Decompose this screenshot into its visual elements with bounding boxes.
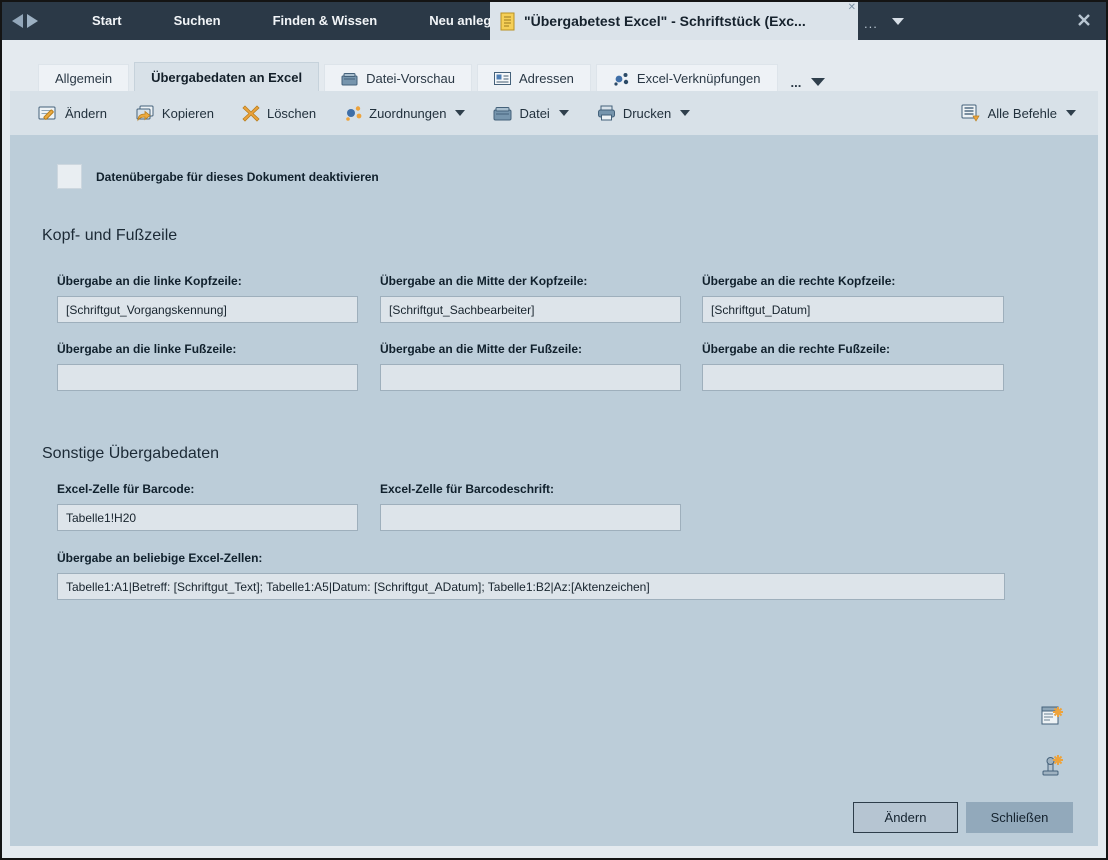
- field-label-mitte-kopfzeile: Übergabe an die Mitte der Kopfzeile:: [380, 274, 587, 288]
- schliessen-button[interactable]: Schließen: [966, 802, 1073, 833]
- tab-excel-verknuepfungen[interactable]: Excel-Verknüpfungen: [596, 64, 778, 92]
- tab-uebergabedaten-an-excel[interactable]: Übergabedaten an Excel: [134, 62, 319, 92]
- assignments-dots-icon: [344, 105, 362, 121]
- tab-allgemein[interactable]: Allgemein: [38, 64, 129, 92]
- deactivate-transfer-checkbox[interactable]: [57, 164, 82, 189]
- dropdown-caret-icon: [559, 110, 569, 116]
- toolbar-label: Datei: [519, 106, 549, 121]
- section-title-sonstige-uebergabedaten: Sonstige Übergabedaten: [42, 445, 219, 463]
- section-title-kopf-fusszeile: Kopf- und Fußzeile: [42, 227, 177, 245]
- menu-suchen[interactable]: Suchen: [148, 2, 247, 40]
- dropdown-caret-icon: [455, 110, 465, 116]
- button-label: Schließen: [991, 810, 1049, 825]
- toolbar-aendern-button[interactable]: Ändern: [38, 105, 107, 122]
- field-label-mitte-fusszeile: Übergabe an die Mitte der Fußzeile:: [380, 342, 582, 356]
- ribbon-menu: Start Suchen Finden & Wissen Neu anlegen: [66, 2, 533, 40]
- copy-icon: [135, 105, 155, 122]
- folder-icon: [493, 106, 512, 121]
- input-barcode-zelle[interactable]: [57, 504, 358, 531]
- address-card-icon: [494, 72, 511, 85]
- document-tab-title: "Übergabetest Excel" - Schriftstück (Exc…: [524, 13, 806, 29]
- forward-arrow-icon[interactable]: [27, 14, 38, 28]
- deactivate-transfer-label: Datenübergabe für dieses Dokument deakti…: [96, 170, 379, 184]
- toolbar-label: Alle Befehle: [988, 106, 1057, 121]
- input-linke-fusszeile[interactable]: [57, 364, 358, 391]
- toolbar-kopieren-button[interactable]: Kopieren: [135, 105, 214, 122]
- field-label-barcodeschrift: Excel-Zelle für Barcodeschrift:: [380, 482, 554, 496]
- printer-icon: [597, 105, 616, 121]
- toolbar-label: Ändern: [65, 106, 107, 121]
- history-nav: [12, 14, 38, 28]
- dropdown-caret-icon: [1066, 110, 1076, 116]
- document-tab[interactable]: "Übergabetest Excel" - Schriftstück (Exc…: [490, 2, 858, 40]
- toolbar-loeschen-button[interactable]: Löschen: [242, 105, 316, 122]
- aendern-button[interactable]: Ändern: [853, 802, 958, 833]
- all-commands-icon: [961, 104, 981, 122]
- delete-x-icon: [242, 105, 260, 122]
- field-label-linke-fusszeile: Übergabe an die linke Fußzeile:: [57, 342, 236, 356]
- input-barcodeschrift-zelle[interactable]: [380, 504, 681, 531]
- toolbar-label: Zuordnungen: [369, 106, 446, 121]
- content-panel: Datenübergabe für dieses Dokument deakti…: [10, 135, 1098, 846]
- back-arrow-icon[interactable]: [12, 14, 23, 28]
- input-linke-kopfzeile[interactable]: [57, 296, 358, 323]
- input-mitte-kopfzeile[interactable]: [380, 296, 681, 323]
- menu-finden-wissen[interactable]: Finden & Wissen: [247, 2, 404, 40]
- topbar-dropdown-caret-icon[interactable]: [892, 18, 904, 25]
- tab-label: Allgemein: [55, 71, 112, 86]
- command-toolbar: Ändern Kopieren: [10, 91, 1098, 135]
- toolbar-drucken-button[interactable]: Drucken: [597, 105, 690, 121]
- input-rechte-kopfzeile[interactable]: [702, 296, 1004, 323]
- links-dots-icon: [613, 72, 629, 86]
- document-tab-close-icon[interactable]: ✕: [848, 3, 856, 13]
- input-mitte-fusszeile[interactable]: [380, 364, 681, 391]
- toolbar-items: Ändern Kopieren: [38, 105, 690, 122]
- field-label-beliebige-zellen: Übergabe an beliebige Excel-Zellen:: [57, 551, 262, 565]
- tab-label: Übergabedaten an Excel: [151, 70, 302, 85]
- tab-adressen[interactable]: Adressen: [477, 64, 591, 92]
- tabs-overflow-dots[interactable]: ...: [791, 75, 802, 90]
- topbar-overflow-dots[interactable]: ...: [864, 2, 878, 46]
- toolbar-label: Kopieren: [162, 106, 214, 121]
- tab-label: Excel-Verknüpfungen: [637, 71, 761, 86]
- field-label-barcode: Excel-Zelle für Barcode:: [57, 482, 194, 496]
- toolbar-alle-befehle-button[interactable]: Alle Befehle: [961, 104, 1076, 122]
- app-window: Start Suchen Finden & Wissen Neu anlegen…: [0, 0, 1108, 860]
- dropdown-caret-icon: [680, 110, 690, 116]
- field-label-linke-kopfzeile: Übergabe an die linke Kopfzeile:: [57, 274, 242, 288]
- tab-label: Adressen: [519, 71, 574, 86]
- button-label: Ändern: [885, 810, 927, 825]
- toolbar-label: Löschen: [267, 106, 316, 121]
- new-stamp-icon[interactable]: [1040, 753, 1064, 777]
- top-ribbon-bar: Start Suchen Finden & Wissen Neu anlegen…: [2, 2, 1106, 40]
- new-note-icon[interactable]: [1040, 703, 1064, 727]
- file-preview-icon: [341, 72, 358, 86]
- detail-tabstrip: Allgemein Übergabedaten an Excel Datei-V…: [38, 62, 825, 92]
- menu-start[interactable]: Start: [66, 2, 148, 40]
- document-icon: [500, 12, 516, 31]
- tab-datei-vorschau[interactable]: Datei-Vorschau: [324, 64, 472, 92]
- field-label-rechte-fusszeile: Übergabe an die rechte Fußzeile:: [702, 342, 890, 356]
- toolbar-datei-button[interactable]: Datei: [493, 106, 568, 121]
- close-icon[interactable]: [1076, 12, 1092, 28]
- toolbar-zuordnungen-button[interactable]: Zuordnungen: [344, 105, 465, 121]
- toolbar-label: Drucken: [623, 106, 671, 121]
- edit-icon: [38, 105, 58, 122]
- tab-label: Datei-Vorschau: [366, 71, 455, 86]
- field-label-rechte-kopfzeile: Übergabe an die rechte Kopfzeile:: [702, 274, 895, 288]
- input-rechte-fusszeile[interactable]: [702, 364, 1004, 391]
- tabs-dropdown-caret-icon[interactable]: [811, 78, 825, 86]
- input-beliebige-zellen[interactable]: [57, 573, 1005, 600]
